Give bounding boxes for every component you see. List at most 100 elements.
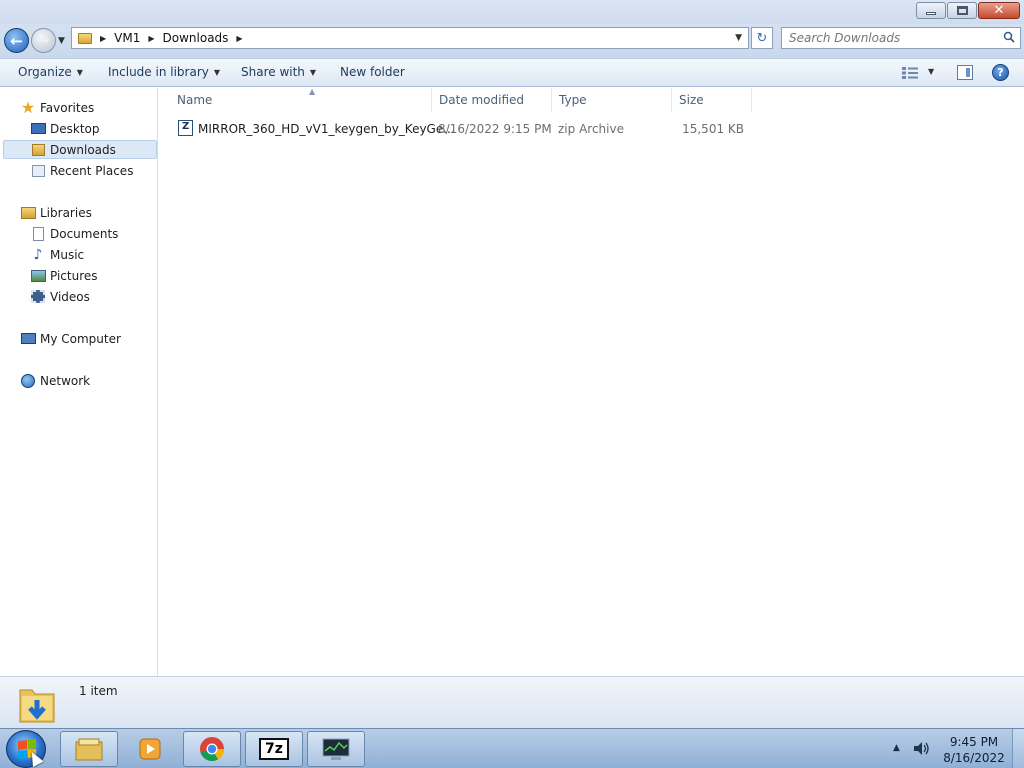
organize-label: Organize [18,65,72,79]
minimize-button[interactable] [916,2,946,19]
7zip-icon: 7z [259,738,289,760]
zip-archive-icon [178,120,193,136]
downloads-folder-icon [19,689,55,723]
task-manager-icon [322,738,350,760]
restore-button[interactable] [947,2,977,19]
nav-item-music[interactable]: ♪ Music [30,245,85,264]
taskbar-task-manager[interactable] [307,731,365,767]
address-bar[interactable]: ▶ VM1 ▶ Downloads ▶ ▼ [71,27,749,49]
nav-favorites[interactable]: ★ Favorites [20,98,94,117]
breadcrumb-arrow-icon[interactable]: ▶ [148,34,154,43]
taskbar-media-player[interactable] [121,731,179,767]
recent-places-icon [30,163,46,179]
show-hidden-icons-icon[interactable]: ▲ [893,743,900,753]
search-input[interactable] [782,31,997,45]
nav-label: Music [50,247,85,262]
minimize-icon [926,12,936,15]
music-icon: ♪ [33,246,43,263]
file-date-modified: 8/16/2022 9:15 PM [438,122,552,136]
sort-ascending-icon: ▲ [309,87,316,96]
recent-pages-dropdown[interactable]: ▼ [58,36,65,46]
details-pane: 1 item [0,676,1024,728]
file-row[interactable]: MIRROR_360_HD_vV1_keygen_by_KeyGe... 8/1… [173,119,753,139]
chevron-down-icon: ▼ [213,67,221,77]
pictures-icon [30,268,46,284]
downloads-folder-icon [30,142,46,158]
taskbar-7zip[interactable]: 7z [245,731,303,767]
share-with-label: Share with [241,65,305,79]
nav-item-documents[interactable]: Documents [30,224,118,243]
taskbar-chrome[interactable] [183,731,241,767]
forward-arrow-icon: → [37,32,50,49]
nav-label: Network [40,373,91,388]
forward-button[interactable]: → [31,28,56,53]
nav-libraries[interactable]: Libraries [20,203,92,222]
new-folder-label: New folder [340,65,405,79]
nav-label: Downloads [50,142,116,157]
include-in-library-label: Include in library [108,65,209,79]
nav-item-recent-places[interactable]: Recent Places [30,161,133,180]
chrome-icon [200,737,224,761]
show-desktop-button[interactable] [1012,729,1024,768]
refresh-button[interactable]: ↻ [751,27,773,49]
breadcrumb-vm1[interactable]: VM1 [114,31,140,45]
column-header-label: Size [679,93,704,107]
view-options-dropdown[interactable]: ▼ [928,67,934,76]
desktop-icon [30,121,46,137]
help-icon[interactable]: ? [992,64,1009,81]
close-button[interactable]: ✕ [978,2,1020,19]
change-view-icon[interactable] [902,67,918,79]
system-clock[interactable]: 9:45 PM 8/16/2022 [940,734,1008,766]
restore-icon [956,6,968,15]
column-header-label: Type [559,93,587,107]
nav-label: Videos [50,289,90,304]
nav-label: Pictures [50,268,98,283]
close-icon: ✕ [993,3,1005,18]
documents-icon [30,226,46,242]
nav-item-downloads[interactable]: Downloads [3,140,157,159]
chevron-down-icon: ▼ [76,67,83,77]
nav-label: Favorites [40,100,95,115]
include-in-library-menu[interactable]: Include in library ▼ [108,65,220,79]
window-controls: ✕ [916,2,1020,19]
nav-item-desktop[interactable]: Desktop [30,119,100,138]
address-dropdown-icon[interactable]: ▼ [735,33,742,43]
column-header-type[interactable]: Type [552,88,672,112]
network-icon [20,373,36,389]
file-type: zip Archive [558,122,624,136]
nav-label: Recent Places [50,163,134,178]
breadcrumb-arrow-icon[interactable]: ▶ [236,34,242,43]
nav-my-computer[interactable]: My Computer [20,329,121,348]
nav-label: Libraries [40,205,92,220]
title-bar: ✕ [0,0,1024,24]
nav-label: Documents [50,226,119,241]
back-button[interactable]: ← [4,28,29,53]
command-bar: Organize ▼ Include in library ▼ Share with… [0,58,1024,87]
nav-network[interactable]: Network [20,371,90,390]
clock-date: 8/16/2022 [943,751,1005,765]
preview-pane-icon[interactable] [957,65,973,80]
file-name: MIRROR_360_HD_vV1_keygen_by_KeyGe... [198,122,455,136]
nav-item-videos[interactable]: Videos [30,287,90,306]
chevron-down-icon: ▼ [309,67,317,77]
star-icon: ★ [20,98,36,117]
share-with-menu[interactable]: Share with ▼ [241,65,316,79]
volume-icon[interactable] [913,741,931,756]
search-icon[interactable] [1003,31,1015,43]
computer-icon [20,331,36,347]
column-header-name[interactable]: ▲ Name [170,87,432,112]
breadcrumb-arrow-icon[interactable]: ▶ [100,34,106,43]
nav-item-pictures[interactable]: Pictures [30,266,98,285]
column-header-date-modified[interactable]: Date modified [432,88,552,112]
taskbar-explorer[interactable] [60,731,118,767]
taskbar: 7z ▲ 9:45 PM 8/16/2022 [0,728,1024,768]
file-list: ▲ Name Date modified Type Size MIRROR_36… [159,87,1024,676]
new-folder-button[interactable]: New folder [340,65,405,79]
column-header-size[interactable]: Size [672,88,752,112]
column-header-label: Name [177,93,213,107]
search-box[interactable] [781,27,1021,49]
refresh-icon: ↻ [756,30,768,46]
breadcrumb-downloads[interactable]: Downloads [163,31,229,45]
media-player-icon [139,738,161,760]
organize-menu[interactable]: Organize ▼ [18,65,83,79]
